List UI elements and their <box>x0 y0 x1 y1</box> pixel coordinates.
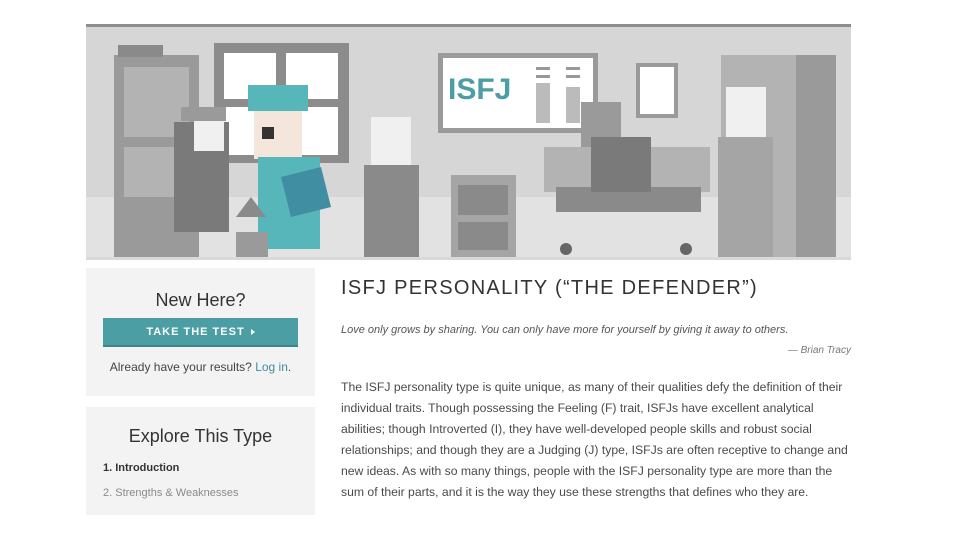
quote-text: Love only grows by sharing. You can only… <box>341 324 789 336</box>
explore-item-introduction[interactable]: 1. Introduction <box>103 461 239 486</box>
already-have-results-text: Already have your results? <box>109 360 252 374</box>
arrow-right-icon <box>250 328 255 335</box>
new-here-card: New Here? TAKE THE TEST Already have you… <box>86 268 315 396</box>
already-have-results: Already have your results? Log in. <box>86 360 315 374</box>
board-isfj-text: ISFJ <box>448 73 511 106</box>
intro-paragraph: The ISFJ personality type is quite uniqu… <box>341 380 848 499</box>
take-the-test-button[interactable]: TAKE THE TEST <box>103 318 298 347</box>
explore-type-card: Explore This Type 1. Introduction 2. Str… <box>86 407 315 515</box>
hospital-scene-illustration: ISFJ <box>86 27 851 257</box>
explore-type-heading: Explore This Type <box>128 426 273 446</box>
quote-author: — Brian Tracy <box>787 345 851 356</box>
login-link[interactable]: Log in <box>255 360 288 374</box>
explore-list: 1. Introduction 2. Strengths & Weaknesse… <box>103 461 239 511</box>
explore-item-strengths-weaknesses[interactable]: 2. Strengths & Weaknesses <box>103 486 239 511</box>
new-here-heading: New Here? <box>155 290 246 310</box>
take-the-test-label: TAKE THE TEST <box>146 325 245 338</box>
period-text: . <box>287 360 292 374</box>
hero-illustration: ISFJ <box>86 24 851 260</box>
page-title: ISFJ PERSONALITY (“THE DEFENDER”) <box>341 277 759 299</box>
